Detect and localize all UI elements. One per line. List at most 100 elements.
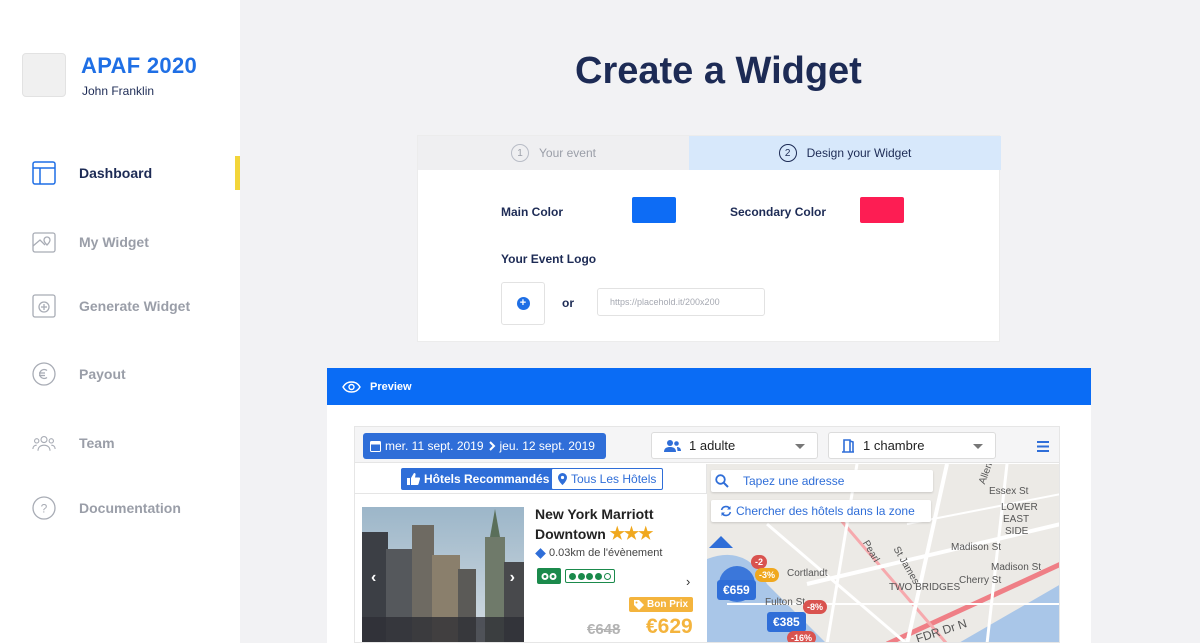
widget-wizard: 1 Your event 2 Design your Widget Main C…	[417, 135, 1001, 342]
map-search-placeholder: Tapez une adresse	[743, 474, 845, 488]
users-icon	[664, 439, 681, 452]
add-widget-icon	[32, 294, 56, 318]
guests-select[interactable]: 1 adulte	[651, 432, 818, 459]
street-label: Essex St	[989, 486, 1029, 497]
chevron-down-icon	[795, 444, 805, 449]
layout-icon	[32, 161, 56, 185]
map-price-pin[interactable]: €659	[717, 580, 756, 600]
widget-preview: Preview mer. 11 sept. 2019 jeu. 12 sept.…	[327, 368, 1091, 643]
door-icon	[842, 438, 854, 453]
map-price-pin[interactable]: €385	[767, 612, 806, 632]
map-pin-icon	[32, 230, 56, 254]
sidebar-item-team[interactable]: Team	[0, 426, 240, 460]
rating-bubbles	[565, 569, 615, 583]
sidebar-item-label: Generate Widget	[79, 298, 191, 314]
search-area-label: Chercher des hôtels dans la zone	[736, 504, 915, 518]
wizard-steps: 1 Your event 2 Design your Widget	[418, 136, 1001, 170]
chevron-right-icon	[488, 441, 495, 451]
chevron-left-icon[interactable]: ‹	[371, 569, 376, 587]
widget-search-bar: mer. 11 sept. 2019 jeu. 12 sept. 2019 1 …	[355, 427, 1059, 463]
sidebar-item-dashboard[interactable]: Dashboard	[0, 156, 240, 190]
map-discount-pin[interactable]: -2	[751, 555, 768, 569]
map-address-search[interactable]: Tapez une adresse	[711, 470, 933, 492]
street-label: EAST	[1003, 514, 1030, 525]
step-design-widget[interactable]: 2 Design your Widget	[689, 136, 1001, 170]
help-icon: ?	[32, 496, 56, 520]
chevron-right-icon[interactable]: ›	[686, 574, 690, 589]
preview-header: Preview	[327, 368, 1091, 405]
secondary-color-label: Secondary Color	[730, 205, 827, 219]
event-title: APAF 2020	[81, 53, 198, 78]
date-range-picker[interactable]: mer. 11 sept. 2019 jeu. 12 sept. 2019	[363, 433, 606, 459]
active-indicator	[235, 156, 240, 190]
refresh-icon	[720, 505, 732, 517]
user-name: John Franklin	[82, 84, 155, 98]
street-label: Cherry St	[959, 575, 1002, 586]
hotel-map[interactable]: Tapez une adresse Chercher des hôtels da…	[707, 464, 1059, 642]
sidebar-item-label: Documentation	[79, 500, 181, 516]
sidebar-item-my-widget[interactable]: My Widget	[0, 225, 240, 259]
step-number: 1	[511, 144, 530, 162]
hotel-name[interactable]: New York Marriott Downtown ★★★	[535, 504, 705, 544]
event-logo-placeholder	[22, 53, 66, 97]
thumbs-up-icon	[407, 473, 420, 485]
chevron-down-icon	[973, 444, 983, 449]
sidebar-item-label: My Widget	[79, 234, 149, 250]
page-title: Create a Widget	[575, 50, 862, 92]
direction-icon	[535, 547, 546, 559]
tab-label: Tous Les Hôtels	[571, 472, 657, 486]
map-discount-pin[interactable]: -3%	[755, 568, 780, 582]
sidebar-item-payout[interactable]: Payout	[0, 357, 240, 391]
plus-icon: +	[516, 297, 530, 310]
rooms-value: 1 chambre	[863, 438, 925, 453]
street-label: Cortlandt	[787, 568, 828, 579]
sidebar: APAF 2020 John Franklin Dashboard My Wid…	[0, 0, 240, 643]
street-label: Madison St	[991, 562, 1042, 573]
hamburger-menu-icon[interactable]	[1037, 439, 1049, 457]
euro-icon	[32, 362, 56, 386]
step-label: Your event	[539, 146, 596, 160]
tripadvisor-rating	[537, 568, 615, 584]
old-price: €648	[587, 621, 621, 638]
tab-recommended-hotels[interactable]: Hôtels Recommandés	[401, 468, 556, 490]
sidebar-item-generate-widget[interactable]: Generate Widget	[0, 289, 240, 323]
or-separator: or	[562, 296, 574, 310]
step-number: 2	[778, 144, 797, 162]
preview-label: Preview	[370, 380, 412, 393]
checkin-date: mer. 11 sept. 2019	[385, 439, 484, 453]
step-your-event[interactable]: 1 Your event	[418, 136, 689, 170]
hotel-list-tabs: Hôtels Recommandés Tous Les Hôtels	[355, 464, 707, 494]
street-label: Madison St	[951, 542, 1002, 553]
svg-text:?: ?	[41, 502, 48, 516]
street-label: TWO BRIDGES	[889, 582, 961, 593]
eye-icon	[342, 380, 361, 393]
tab-all-hotels[interactable]: Tous Les Hôtels	[551, 468, 664, 490]
sidebar-item-label: Payout	[79, 366, 126, 382]
search-area-button[interactable]: Chercher des hôtels dans la zone	[711, 500, 931, 522]
street-label: SIDE	[1005, 526, 1029, 537]
street-label: Fulton St	[765, 597, 806, 608]
street-label: LOWER	[1001, 502, 1038, 513]
sidebar-item-documentation[interactable]: ? Documentation	[0, 491, 240, 525]
map-discount-pin[interactable]: -16%	[787, 631, 817, 642]
guests-value: 1 adulte	[689, 438, 736, 453]
tripadvisor-owl-icon	[537, 568, 561, 584]
logo-url-input[interactable]	[597, 288, 765, 316]
map-discount-pin[interactable]: -8%	[803, 600, 828, 614]
chevron-right-icon[interactable]: ›	[510, 569, 515, 587]
hotel-photo[interactable]: ‹ ›	[362, 507, 524, 642]
team-icon	[32, 431, 56, 455]
distance-text: 0.03km de l'évènement	[549, 547, 663, 559]
main-color-swatch[interactable]	[632, 197, 676, 223]
logo-upload-button[interactable]: +	[501, 282, 545, 325]
hotel-widget: mer. 11 sept. 2019 jeu. 12 sept. 2019 1 …	[354, 426, 1060, 643]
search-icon	[715, 474, 729, 488]
good-price-badge: Bon Prix	[629, 597, 694, 612]
rooms-select[interactable]: 1 chambre	[828, 432, 996, 459]
event-logo-label: Your Event Logo	[501, 252, 597, 266]
secondary-color-swatch[interactable]	[860, 197, 904, 223]
calendar-icon	[370, 441, 381, 452]
main-color-label: Main Color	[501, 205, 563, 219]
badge-label: Bon Prix	[647, 599, 689, 610]
hotel-stars: ★★★	[609, 524, 654, 543]
